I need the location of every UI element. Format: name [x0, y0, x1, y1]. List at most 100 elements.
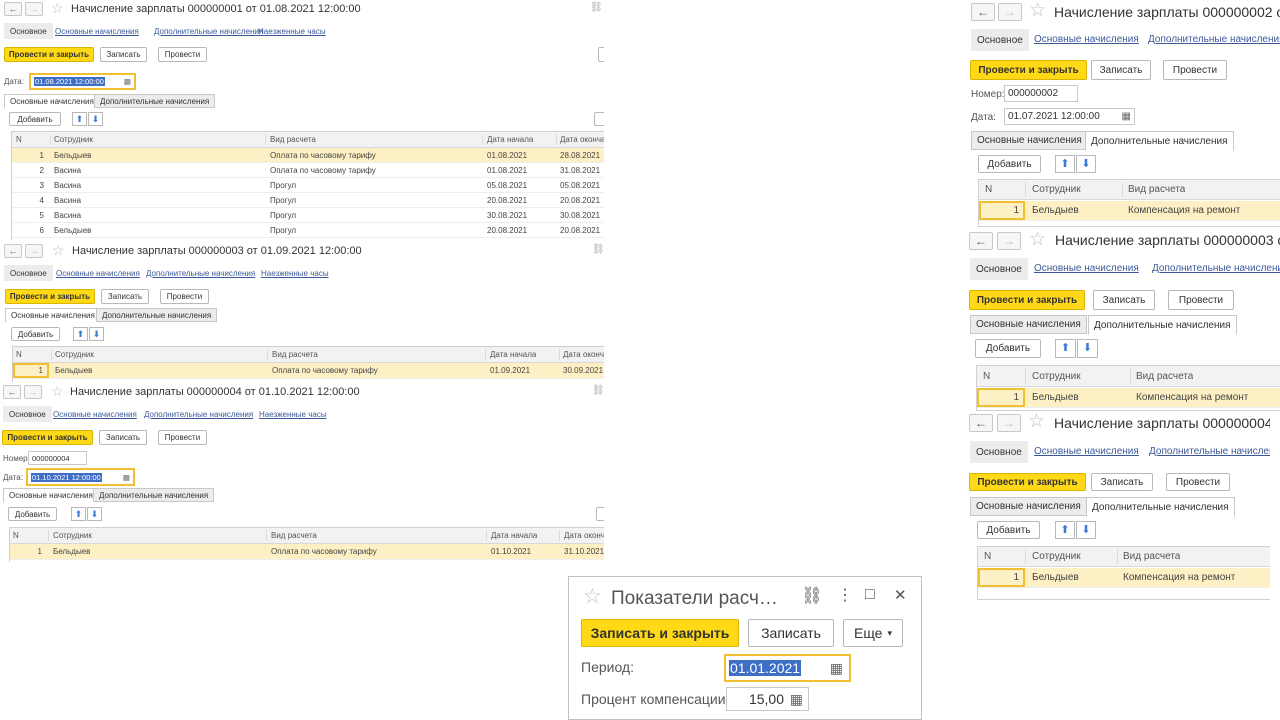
subtab-basic[interactable]: Основные начисления — [970, 315, 1087, 334]
tab-basic-accruals[interactable]: Основные начисления — [1034, 263, 1139, 274]
col-end[interactable]: Дата оконча — [564, 528, 604, 543]
link-icon[interactable]: ⛓ — [590, 3, 603, 13]
calendar-icon[interactable]: ▦ — [1122, 111, 1131, 122]
link-icon[interactable]: ⛓ — [801, 587, 823, 604]
tab-basic-accruals[interactable]: Основные начисления — [1034, 446, 1139, 457]
tab-main[interactable]: Основное — [970, 441, 1028, 463]
col-employee[interactable]: Сотрудник — [1032, 180, 1081, 199]
col-n[interactable]: N — [16, 347, 22, 362]
subtab-basic[interactable]: Основные начисления — [971, 131, 1088, 150]
more-button[interactable] — [598, 47, 604, 62]
back-button[interactable]: ← — [969, 414, 993, 432]
table-row[interactable]: 1 Бельдыев Оплата по часовому тарифу 01.… — [13, 363, 604, 379]
post-button[interactable]: Провести — [1166, 473, 1230, 491]
tab-hours[interactable]: Наезженные часы — [259, 410, 327, 419]
col-start[interactable]: Дата начала — [491, 528, 537, 543]
back-button[interactable]: ← — [969, 232, 993, 250]
move-down-icon[interactable]: ⬇ — [1077, 339, 1098, 358]
move-down-icon[interactable]: ⬇ — [1076, 155, 1096, 173]
favorite-star-icon[interactable]: ☆ — [1029, 1, 1046, 20]
subtab-extra[interactable]: Дополнительные начисления — [93, 488, 215, 502]
col-employee[interactable]: Сотрудник — [54, 132, 93, 147]
calendar-icon[interactable]: ▦ — [124, 77, 131, 86]
post-and-close-button[interactable]: Провести и закрыть — [970, 60, 1087, 80]
calendar-icon[interactable]: ▦ — [123, 473, 130, 482]
move-up-icon[interactable]: ⬆ — [1055, 339, 1076, 358]
forward-button[interactable]: → — [25, 2, 43, 16]
post-button[interactable]: Провести — [158, 47, 207, 62]
col-start[interactable]: Дата начала — [490, 347, 536, 362]
col-n[interactable]: N — [985, 180, 992, 199]
calculator-icon[interactable]: ▦ — [790, 691, 803, 708]
subtab-basic[interactable]: Основные начисления — [4, 94, 100, 109]
number-field[interactable]: 000000004 — [28, 451, 87, 465]
post-and-close-button[interactable]: Провести и закрыть — [4, 47, 94, 62]
post-and-close-button[interactable]: Провести и закрыть — [969, 290, 1085, 310]
col-n[interactable]: N — [16, 132, 22, 147]
table-row[interactable]: 1 Бельдыев Компенсация на ремонт — [978, 568, 1270, 588]
post-and-close-button[interactable]: Провести и закрыть — [5, 289, 95, 304]
subtab-basic[interactable]: Основные начисления — [5, 308, 101, 323]
tab-hours[interactable]: Наезженные часы — [258, 27, 326, 36]
col-n[interactable]: N — [983, 366, 990, 386]
favorite-star-icon[interactable]: ☆ — [51, 384, 64, 398]
add-button[interactable]: Добавить — [11, 327, 60, 341]
save-button[interactable]: Записать — [99, 430, 147, 445]
table-row[interactable]: 1 Бельдыев Компенсация на ремонт — [979, 201, 1280, 221]
tab-main[interactable]: Основное — [4, 265, 53, 281]
col-type[interactable]: Вид расчета — [271, 528, 317, 543]
save-button[interactable]: Записать — [1091, 60, 1151, 80]
col-type[interactable]: Вид расчета — [270, 132, 316, 147]
calendar-icon[interactable]: ▦ — [830, 660, 843, 677]
favorite-star-icon[interactable]: ☆ — [583, 586, 602, 607]
back-button[interactable]: ← — [4, 244, 22, 258]
back-button[interactable]: ← — [971, 3, 995, 21]
tab-main[interactable]: Основное — [971, 29, 1029, 51]
add-button[interactable]: Добавить — [978, 155, 1041, 173]
post-and-close-button[interactable]: Провести и закрыть — [2, 430, 93, 445]
move-up-icon[interactable]: ⬆ — [73, 327, 88, 341]
post-and-close-button[interactable]: Провести и закрыть — [969, 473, 1086, 491]
tab-basic-accruals[interactable]: Основные начисления — [53, 410, 137, 419]
link-icon[interactable]: ⛓ — [592, 245, 604, 255]
move-down-icon[interactable]: ⬇ — [88, 112, 103, 126]
move-up-icon[interactable]: ⬆ — [1055, 155, 1075, 173]
move-down-icon[interactable]: ⬇ — [1076, 521, 1096, 539]
move-down-icon[interactable]: ⬇ — [89, 327, 104, 341]
period-field[interactable]: 01.01.2021 ▦ — [724, 654, 851, 682]
move-up-icon[interactable]: ⬆ — [72, 112, 87, 126]
table-row[interactable]: 1 Бельдыев Оплата по часовому тарифу 01.… — [10, 544, 604, 560]
col-type[interactable]: Вид расчета — [1128, 180, 1185, 199]
tab-extra-accruals[interactable]: Дополнительные начисления — [146, 269, 255, 278]
post-button[interactable]: Провести — [158, 430, 207, 445]
subtab-basic[interactable]: Основные начисления — [3, 488, 99, 503]
col-employee[interactable]: Сотрудник — [1032, 547, 1081, 566]
forward-button[interactable]: → — [998, 3, 1022, 21]
col-n[interactable]: N — [13, 528, 19, 543]
tab-extra-accruals[interactable]: Дополнительные начислен — [1149, 446, 1270, 457]
tab-main[interactable]: Основное — [3, 406, 52, 422]
col-start[interactable]: Дата начала — [487, 132, 533, 147]
save-button[interactable]: Записать — [101, 289, 149, 304]
favorite-star-icon[interactable]: ☆ — [51, 1, 64, 15]
date-field[interactable]: 01.08.2021 12:00:00 ▦ — [29, 73, 136, 90]
maximize-icon[interactable]: □ — [865, 587, 875, 603]
save-button[interactable]: Записать — [748, 619, 834, 647]
more-dropdown-button[interactable]: Еще ▾ — [843, 619, 903, 647]
link-icon[interactable]: ⛓ — [592, 386, 604, 396]
favorite-star-icon[interactable]: ☆ — [52, 243, 65, 257]
post-button[interactable]: Провести — [160, 289, 209, 304]
tab-main[interactable]: Основное — [4, 23, 53, 39]
table-row[interactable]: 4 Васина Прогул 20.08.2021 20.08.2021 — [12, 193, 604, 208]
save-and-close-button[interactable]: Записать и закрыть — [581, 619, 739, 647]
table-row[interactable]: 1 Бельдыев Компенсация на ремонт — [977, 388, 1280, 408]
table-row[interactable]: 5 Васина Прогул 30.08.2021 30.08.2021 — [12, 208, 604, 223]
subtab-extra[interactable]: Дополнительные начисления — [96, 308, 218, 322]
more-actions-icon[interactable]: ⋮ — [837, 588, 853, 604]
tab-basic-accruals[interactable]: Основные начисления — [1034, 34, 1139, 45]
date-field[interactable]: 01.10.2021 12:00:00 ▦ — [26, 468, 135, 486]
percent-field[interactable]: 15,00 ▦ — [726, 687, 809, 711]
col-end[interactable]: Дата оконча — [560, 132, 604, 147]
table-row[interactable]: 2 Васина Оплата по часовому тарифу 01.08… — [12, 163, 604, 178]
subtab-extra[interactable]: Дополнительные начисления — [94, 94, 216, 108]
